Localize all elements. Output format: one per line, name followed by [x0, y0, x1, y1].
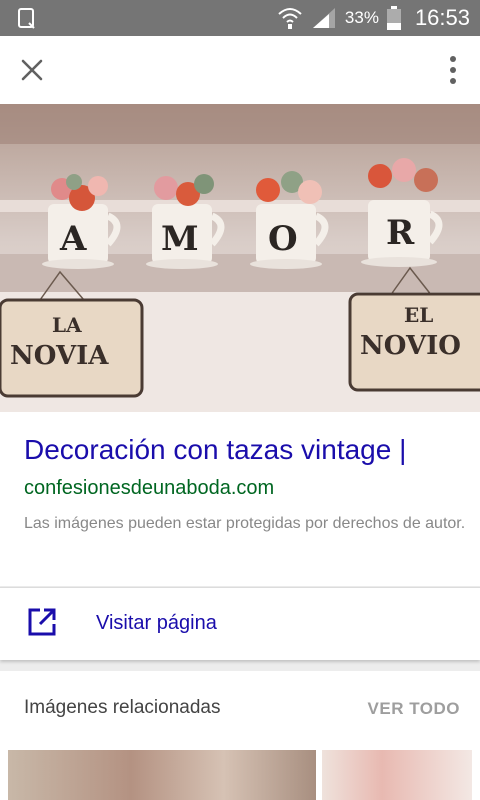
- close-icon[interactable]: [16, 54, 48, 86]
- status-bar: 33% 16:53: [0, 0, 480, 36]
- result-image[interactable]: A M O R LA NOVIA EL NOVIO: [0, 104, 480, 412]
- result-title[interactable]: Decoración con tazas vintage |: [24, 434, 406, 466]
- view-all-button[interactable]: VER TODO: [368, 699, 460, 719]
- open-in-new-icon: [28, 608, 56, 636]
- clock: 16:53: [414, 5, 470, 30]
- battery-percent: 33%: [344, 8, 379, 27]
- wifi-icon: [278, 8, 302, 29]
- visit-page-button[interactable]: Visitar página: [0, 587, 480, 660]
- screenshot-notification-icon: [18, 8, 35, 29]
- cup-letter-m: M: [161, 219, 199, 259]
- related-images-title: Imágenes relacionadas: [24, 697, 221, 718]
- copyright-notice: Las imágenes pueden estar protegidas por…: [24, 515, 466, 532]
- more-vert-icon[interactable]: [446, 54, 460, 86]
- related-thumbnail[interactable]: [322, 750, 472, 800]
- related-thumbnail[interactable]: [8, 750, 316, 800]
- battery-icon: [386, 6, 401, 30]
- related-images-section: Imágenes relacionadas VER TODO: [0, 671, 480, 800]
- cup-letter-r: R: [386, 213, 415, 253]
- result-info-card: Decoración con tazas vintage | confesion…: [0, 412, 480, 586]
- sign-left-line1: LA: [52, 313, 82, 337]
- wedding-decor-photo: A M O R LA NOVIA EL NOVIO: [0, 104, 480, 412]
- visit-page-label: Visitar página: [96, 612, 217, 634]
- cup-letter-a: A: [59, 219, 87, 259]
- sign-right-line2: NOVIO: [360, 331, 461, 361]
- result-domain[interactable]: confesionesdeunaboda.com: [24, 477, 274, 500]
- signal-icon: [312, 8, 335, 28]
- top-app-bar: [0, 36, 480, 104]
- sign-left-line2: NOVIA: [10, 341, 109, 371]
- cup-letter-o: O: [268, 219, 298, 259]
- sign-right-line1: EL: [404, 303, 433, 327]
